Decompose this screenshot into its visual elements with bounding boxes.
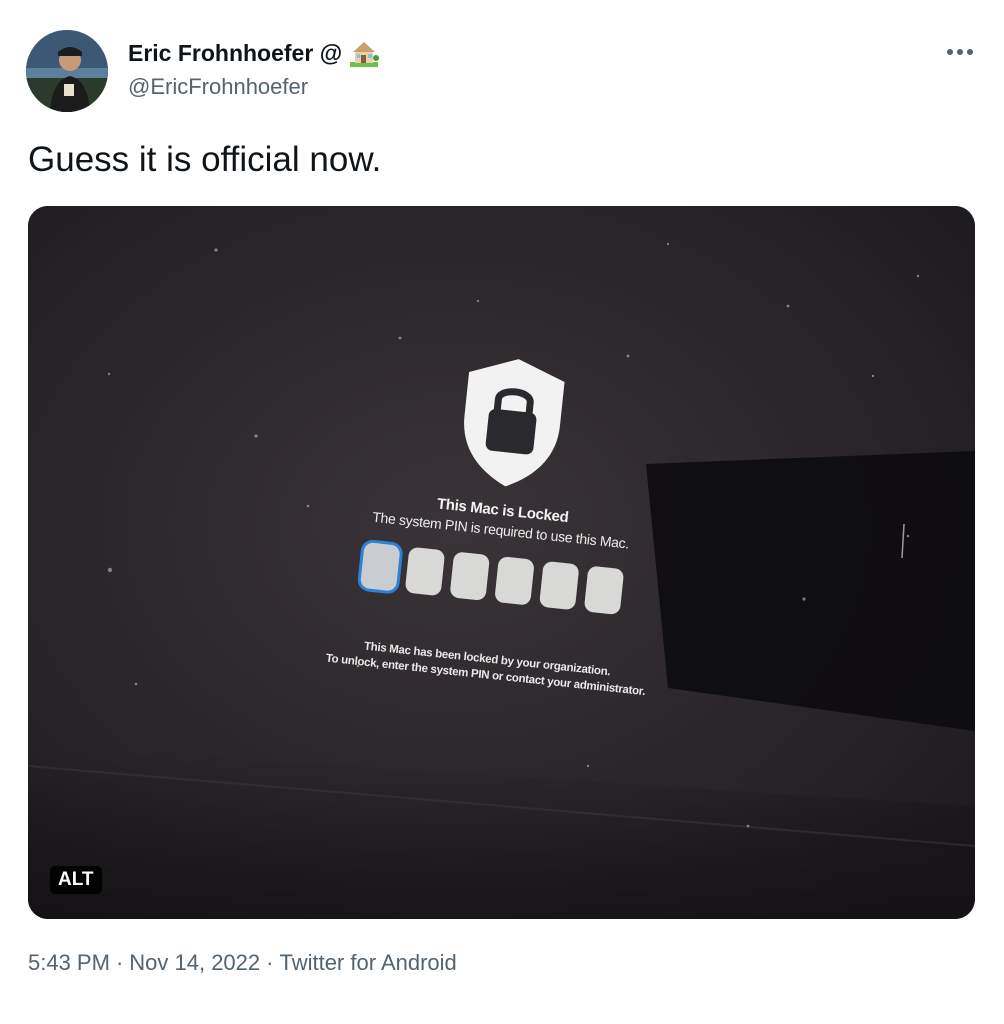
more-options-button[interactable] <box>942 38 978 66</box>
shield-lock-icon <box>453 352 570 494</box>
meta-separator: · <box>266 950 274 975</box>
avatar-image <box>26 30 108 112</box>
pin-digit-4[interactable] <box>494 556 535 606</box>
pin-digit-2[interactable] <box>404 546 446 597</box>
tweet-text: Guess it is official now. <box>28 140 382 179</box>
tweet-metadata: 5:43 PM · Nov 14, 2022 · Twitter for And… <box>28 950 457 976</box>
tweet-card: Eric Frohnhoefer @ @EricFrohnhoefer Gues… <box>0 0 1004 1024</box>
tweet-source[interactable]: Twitter for Android <box>279 950 456 976</box>
more-horizontal-icon <box>947 49 973 55</box>
pin-entry[interactable] <box>359 541 625 616</box>
pin-digit-1[interactable] <box>359 541 401 592</box>
tweet-date[interactable]: Nov 14, 2022 <box>129 950 260 976</box>
alt-text-badge[interactable]: ALT <box>50 866 102 894</box>
pin-digit-6[interactable] <box>583 565 625 616</box>
author-display-name[interactable]: Eric Frohnhoefer @ <box>128 38 380 68</box>
user-avatar[interactable] <box>26 30 108 112</box>
meta-separator: · <box>115 950 124 975</box>
house-icon <box>348 38 380 68</box>
author-handle[interactable]: @EricFrohnhoefer <box>128 74 308 100</box>
pin-digit-5[interactable] <box>538 560 580 611</box>
pin-digit-3[interactable] <box>449 551 491 601</box>
tweet-photo[interactable]: This Mac is Locked The system PIN is req… <box>28 206 975 919</box>
mac-lock-screen: This Mac is Locked The system PIN is req… <box>298 338 698 773</box>
tweet-time[interactable]: 5:43 PM <box>28 950 110 976</box>
author-name-text: Eric Frohnhoefer @ <box>128 39 343 66</box>
